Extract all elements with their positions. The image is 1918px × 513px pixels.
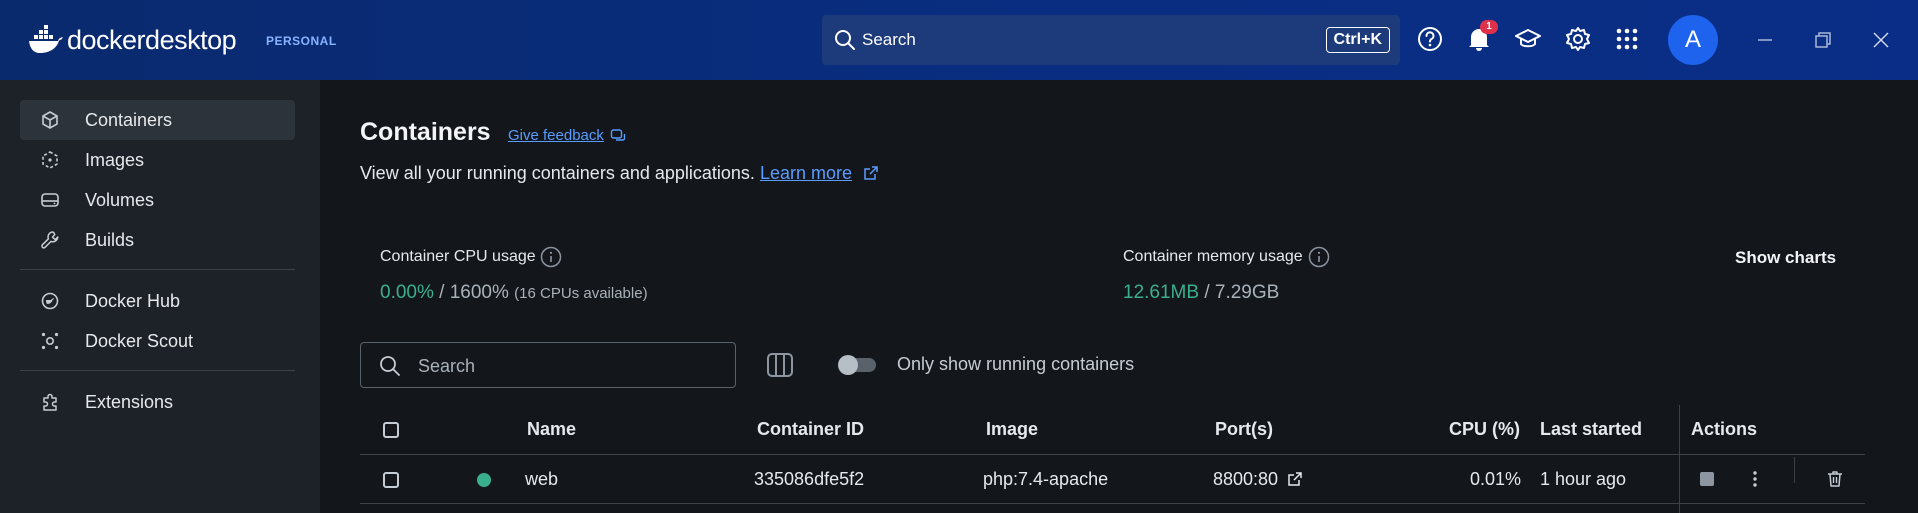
docker-whale-icon [29, 25, 63, 53]
help-icon[interactable] [1416, 25, 1444, 53]
sidebar-divider [20, 269, 295, 270]
column-header-name[interactable]: Name [527, 419, 576, 440]
feedback-icon [610, 128, 626, 149]
running-only-label: Only show running containers [897, 354, 1135, 374]
show-charts-button[interactable]: Show charts [1735, 248, 1836, 268]
sidebar-item-volumes[interactable]: Volumes [20, 180, 295, 220]
docker-hub-icon [40, 291, 60, 311]
sidebar: Containers Images Volumes Builds Docker … [0, 80, 320, 513]
actions-separator [1794, 457, 1795, 483]
learn-more-link[interactable]: Learn more [760, 163, 852, 183]
running-only-toggle[interactable] [838, 355, 876, 375]
sidebar-item-label: Docker Scout [85, 331, 194, 351]
global-search[interactable]: Search Ctrl+K [822, 15, 1400, 65]
table-header-divider [360, 454, 1865, 455]
table-row-divider [360, 503, 1865, 504]
port-link[interactable]: 8800:80 [1213, 469, 1303, 492]
wrench-icon [40, 230, 60, 250]
info-icon[interactable] [1308, 246, 1330, 268]
sidebar-item-label: Images [85, 150, 145, 170]
memory-usage-value: 12.61MB / 7.29GB [1123, 282, 1280, 303]
search-shortcut-badge: Ctrl+K [1325, 27, 1390, 53]
sidebar-item-label: Builds [85, 230, 135, 250]
global-search-placeholder: Search [862, 30, 916, 49]
sidebar-item-docker-hub[interactable]: Docker Hub [20, 281, 295, 321]
trash-icon[interactable] [1824, 468, 1846, 490]
sidebar-item-containers[interactable]: Containers [20, 100, 295, 140]
page-title: Containers [360, 118, 491, 146]
avatar[interactable]: A [1668, 15, 1718, 65]
container-name-link[interactable]: web [525, 469, 558, 490]
cpu-usage-value: 0.00% / 1600% (16 CPUs available) [380, 282, 648, 303]
search-placeholder: Search [418, 356, 476, 376]
sidebar-item-label: Volumes [85, 190, 155, 210]
status-running-dot [477, 473, 491, 487]
info-icon[interactable] [540, 246, 562, 268]
minimize-icon[interactable] [1753, 28, 1777, 52]
docker-scout-icon [40, 331, 60, 351]
extensions-icon [40, 392, 60, 412]
cpu-percent: 0.01% [1470, 469, 1522, 489]
column-header-last-started[interactable]: Last started [1540, 419, 1642, 440]
memory-usage-label: Container memory usage [1123, 248, 1303, 265]
sidebar-item-label: Docker Hub [85, 291, 181, 311]
columns-icon[interactable] [766, 351, 794, 384]
last-started: 1 hour ago [1540, 469, 1627, 489]
close-icon[interactable] [1869, 28, 1893, 52]
sidebar-item-label: Extensions [85, 392, 174, 412]
cpu-usage-label: Container CPU usage [380, 248, 536, 265]
actions-column-divider [1679, 405, 1680, 513]
more-options-icon[interactable] [1744, 468, 1766, 490]
restore-icon[interactable] [1811, 28, 1835, 52]
learning-center-icon[interactable] [1514, 25, 1542, 53]
column-header-cpu[interactable]: CPU (%) [1449, 419, 1520, 440]
page-subtitle: View all your running containers and app… [360, 163, 879, 186]
give-feedback-link[interactable]: Give feedback [508, 127, 604, 144]
volumes-icon [40, 190, 60, 210]
search-icon [379, 355, 401, 382]
column-header-container-id[interactable]: Container ID [757, 419, 864, 440]
column-header-ports[interactable]: Port(s) [1215, 419, 1273, 440]
select-all-checkbox[interactable] [383, 422, 399, 438]
main-content: Containers Give feedback View all your r… [320, 80, 1918, 513]
sidebar-divider [20, 370, 295, 371]
sidebar-item-label: Containers [85, 110, 173, 130]
apps-grid-icon[interactable] [1613, 25, 1641, 53]
container-id: 335086dfe5f2 [754, 469, 865, 489]
gear-icon[interactable] [1564, 25, 1592, 53]
column-header-actions: Actions [1691, 419, 1758, 439]
sidebar-item-extensions[interactable]: Extensions [20, 382, 295, 422]
external-link-icon [1287, 471, 1303, 492]
sidebar-item-docker-scout[interactable]: Docker Scout [20, 321, 295, 361]
search-icon [834, 29, 856, 56]
sidebar-item-images[interactable]: Images [20, 140, 295, 180]
sidebar-item-builds[interactable]: Builds [20, 220, 295, 260]
column-header-image[interactable]: Image [986, 419, 1038, 440]
toggle-knob [838, 355, 858, 375]
plan-label: PERSONAL [266, 34, 337, 48]
notifications-badge: 1 [1480, 20, 1498, 34]
docker-desktop-logo: dockerdesktop [28, 22, 237, 58]
stop-icon[interactable] [1696, 468, 1718, 490]
image-link[interactable]: php:7.4-apache [983, 469, 1108, 490]
search-input[interactable]: Search [360, 342, 736, 388]
images-icon [40, 150, 60, 170]
title-bar: dockerdesktop PERSONAL Search Ctrl+K 1 A [0, 0, 1918, 80]
row-checkbox[interactable] [383, 472, 399, 488]
external-link-icon [863, 165, 879, 186]
containers-icon [40, 110, 60, 130]
